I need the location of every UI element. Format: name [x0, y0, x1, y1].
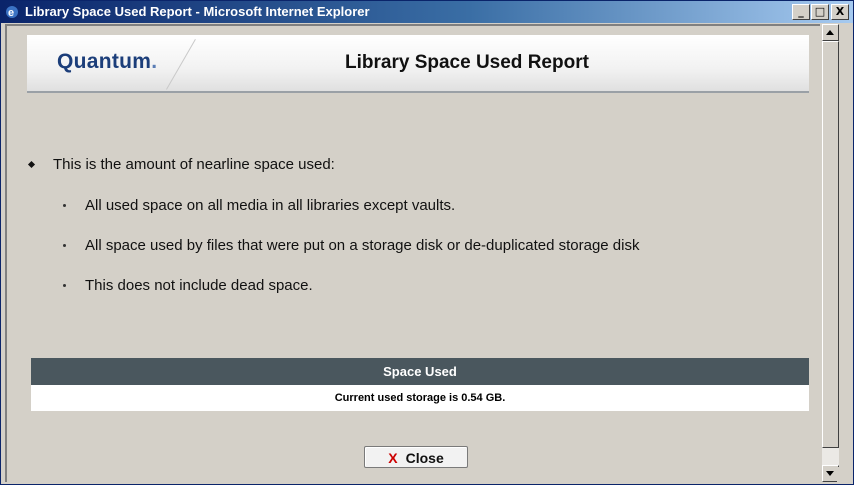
banner-divider — [166, 39, 196, 90]
close-button-label: Close — [405, 450, 444, 466]
description-list: All used space on all media in all libra… — [63, 197, 823, 317]
brand-logo: Quantum. — [57, 50, 157, 74]
scroll-up-button[interactable] — [822, 24, 839, 41]
close-button[interactable]: X Close — [364, 446, 468, 468]
close-x-icon: X — [388, 450, 398, 466]
list-item: All space used by files that were put on… — [63, 237, 823, 277]
vertical-scrollbar[interactable] — [822, 24, 839, 482]
list-item-text: All space used by files that were put on… — [85, 237, 640, 254]
brand-dot: . — [151, 50, 158, 73]
ie-icon: e — [4, 4, 20, 20]
scroll-up-icon — [826, 30, 834, 35]
description-intro: This is the amount of nearline space use… — [31, 156, 335, 173]
maximize-icon[interactable]: □ — [811, 4, 829, 20]
table-row: Current used storage is 0.54 GB. — [31, 385, 809, 411]
list-item: This does not include dead space. — [63, 277, 823, 317]
table-header: Space Used — [31, 358, 809, 385]
brand-name: Quantum — [57, 50, 152, 73]
list-item-text: This does not include dead space. — [85, 277, 313, 294]
list-item: All used space on all media in all libra… — [63, 197, 823, 237]
title-bar: e Library Space Used Report - Microsoft … — [1, 1, 853, 23]
page-title: Library Space Used Report — [345, 52, 589, 73]
svg-text:e: e — [8, 7, 14, 19]
scroll-thumb[interactable] — [822, 41, 839, 448]
close-icon[interactable]: X — [831, 4, 849, 20]
scroll-down-icon — [826, 471, 834, 476]
space-used-table: Space Used Current used storage is 0.54 … — [31, 358, 809, 411]
list-item-text: All used space on all media in all libra… — [85, 197, 456, 214]
intro-text: This is the amount of nearline space use… — [53, 156, 335, 173]
report-header: Quantum. Library Space Used Report — [27, 35, 809, 93]
window-title: Library Space Used Report - Microsoft In… — [25, 4, 370, 19]
resize-grip[interactable] — [837, 467, 852, 482]
minimize-icon[interactable]: _ — [792, 4, 810, 20]
browser-window: e Library Space Used Report - Microsoft … — [0, 0, 854, 485]
window-controls: _ □ X — [791, 4, 849, 20]
